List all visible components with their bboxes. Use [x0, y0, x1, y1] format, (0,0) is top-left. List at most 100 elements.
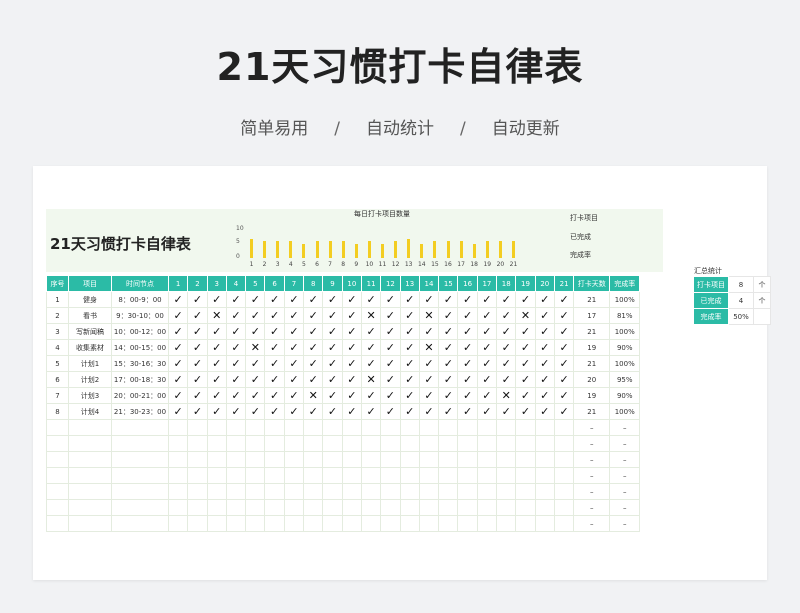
check-mark-cell[interactable]: ✓ [360, 387, 382, 404]
check-mark-cell[interactable]: ✓ [399, 371, 420, 388]
check-mark-cell[interactable]: ✓ [399, 403, 420, 420]
check-mark-cell[interactable]: ✓ [322, 339, 343, 356]
empty-cell[interactable] [380, 515, 401, 532]
empty-cell[interactable] [496, 515, 517, 532]
check-mark-cell[interactable]: ✓ [515, 323, 536, 340]
check-mark-cell[interactable]: ✓ [245, 291, 266, 308]
check-mark-cell[interactable]: ✓ [515, 339, 536, 356]
check-mark-cell[interactable]: ✓ [245, 355, 266, 372]
empty-cell[interactable] [187, 467, 208, 484]
empty-cell[interactable] [341, 515, 362, 532]
empty-cell[interactable] [225, 483, 247, 500]
empty-cell[interactable] [515, 435, 536, 452]
cross-mark-cell[interactable]: ✕ [360, 371, 382, 388]
empty-cell[interactable] [457, 467, 478, 484]
empty-cell[interactable] [399, 515, 420, 532]
check-mark-cell[interactable]: ✓ [245, 307, 266, 324]
empty-cell[interactable] [360, 515, 382, 532]
check-mark-cell[interactable]: ✓ [438, 323, 459, 340]
empty-cell[interactable] [534, 451, 555, 468]
empty-cell[interactable] [515, 499, 536, 516]
check-mark-cell[interactable]: ✓ [457, 323, 478, 340]
empty-cell[interactable] [245, 419, 266, 436]
empty-cell[interactable] [380, 499, 401, 516]
empty-cell[interactable] [68, 499, 112, 516]
check-mark-cell[interactable]: ✓ [457, 403, 478, 420]
empty-cell[interactable] [111, 467, 169, 484]
check-mark-cell[interactable]: ✓ [515, 387, 536, 404]
empty-cell[interactable] [68, 483, 112, 500]
check-mark-cell[interactable]: ✓ [225, 307, 247, 324]
check-mark-cell[interactable]: ✓ [380, 307, 401, 324]
empty-cell[interactable] [111, 515, 169, 532]
cross-mark-cell[interactable]: ✕ [245, 339, 266, 356]
empty-cell[interactable] [68, 419, 112, 436]
empty-cell[interactable] [283, 499, 305, 516]
empty-cell[interactable] [167, 451, 189, 468]
empty-cell[interactable] [206, 483, 227, 500]
check-mark-cell[interactable]: ✓ [225, 371, 247, 388]
check-mark-cell[interactable]: ✓ [418, 291, 440, 308]
check-mark-cell[interactable]: ✓ [553, 339, 575, 356]
check-mark-cell[interactable]: ✓ [399, 355, 420, 372]
empty-cell[interactable] [46, 435, 69, 452]
cross-mark-cell[interactable]: ✕ [515, 307, 536, 324]
check-mark-cell[interactable]: ✓ [418, 403, 440, 420]
empty-cell[interactable] [167, 483, 189, 500]
check-mark-cell[interactable]: ✓ [225, 403, 247, 420]
check-mark-cell[interactable]: ✓ [476, 403, 498, 420]
check-mark-cell[interactable]: ✓ [399, 387, 420, 404]
check-mark-cell[interactable]: ✓ [399, 339, 420, 356]
check-mark-cell[interactable]: ✓ [283, 307, 305, 324]
empty-cell[interactable] [206, 467, 227, 484]
check-mark-cell[interactable]: ✓ [341, 387, 362, 404]
check-mark-cell[interactable]: ✓ [534, 323, 555, 340]
empty-cell[interactable] [496, 483, 517, 500]
empty-cell[interactable] [399, 499, 420, 516]
check-mark-cell[interactable]: ✓ [322, 371, 343, 388]
empty-cell[interactable] [553, 483, 575, 500]
empty-cell[interactable] [225, 499, 247, 516]
check-mark-cell[interactable]: ✓ [380, 387, 401, 404]
check-mark-cell[interactable]: ✓ [418, 387, 440, 404]
empty-cell[interactable] [187, 515, 208, 532]
check-mark-cell[interactable]: ✓ [515, 291, 536, 308]
empty-cell[interactable] [418, 435, 440, 452]
empty-cell[interactable] [206, 435, 227, 452]
check-mark-cell[interactable]: ✓ [167, 339, 189, 356]
check-mark-cell[interactable]: ✓ [399, 291, 420, 308]
check-mark-cell[interactable]: ✓ [225, 323, 247, 340]
check-mark-cell[interactable]: ✓ [187, 387, 208, 404]
check-mark-cell[interactable]: ✓ [283, 339, 305, 356]
check-mark-cell[interactable]: ✓ [534, 371, 555, 388]
check-mark-cell[interactable]: ✓ [245, 371, 266, 388]
cross-mark-cell[interactable]: ✕ [418, 307, 440, 324]
empty-cell[interactable] [283, 515, 305, 532]
check-mark-cell[interactable]: ✓ [264, 291, 285, 308]
empty-cell[interactable] [360, 451, 382, 468]
check-mark-cell[interactable]: ✓ [534, 403, 555, 420]
empty-cell[interactable] [167, 467, 189, 484]
empty-cell[interactable] [360, 467, 382, 484]
check-mark-cell[interactable]: ✓ [206, 291, 227, 308]
check-mark-cell[interactable]: ✓ [322, 291, 343, 308]
cross-mark-cell[interactable]: ✕ [418, 339, 440, 356]
check-mark-cell[interactable]: ✓ [264, 355, 285, 372]
empty-cell[interactable] [438, 515, 459, 532]
empty-cell[interactable] [553, 515, 575, 532]
empty-cell[interactable] [245, 435, 266, 452]
empty-cell[interactable] [380, 451, 401, 468]
empty-cell[interactable] [68, 451, 112, 468]
empty-cell[interactable] [380, 467, 401, 484]
empty-cell[interactable] [399, 483, 420, 500]
empty-cell[interactable] [264, 499, 285, 516]
check-mark-cell[interactable]: ✓ [225, 387, 247, 404]
check-mark-cell[interactable]: ✓ [167, 403, 189, 420]
check-mark-cell[interactable]: ✓ [187, 355, 208, 372]
empty-cell[interactable] [167, 499, 189, 516]
check-mark-cell[interactable]: ✓ [341, 355, 362, 372]
check-mark-cell[interactable]: ✓ [322, 355, 343, 372]
empty-cell[interactable] [418, 467, 440, 484]
empty-cell[interactable] [476, 435, 498, 452]
check-mark-cell[interactable]: ✓ [399, 323, 420, 340]
